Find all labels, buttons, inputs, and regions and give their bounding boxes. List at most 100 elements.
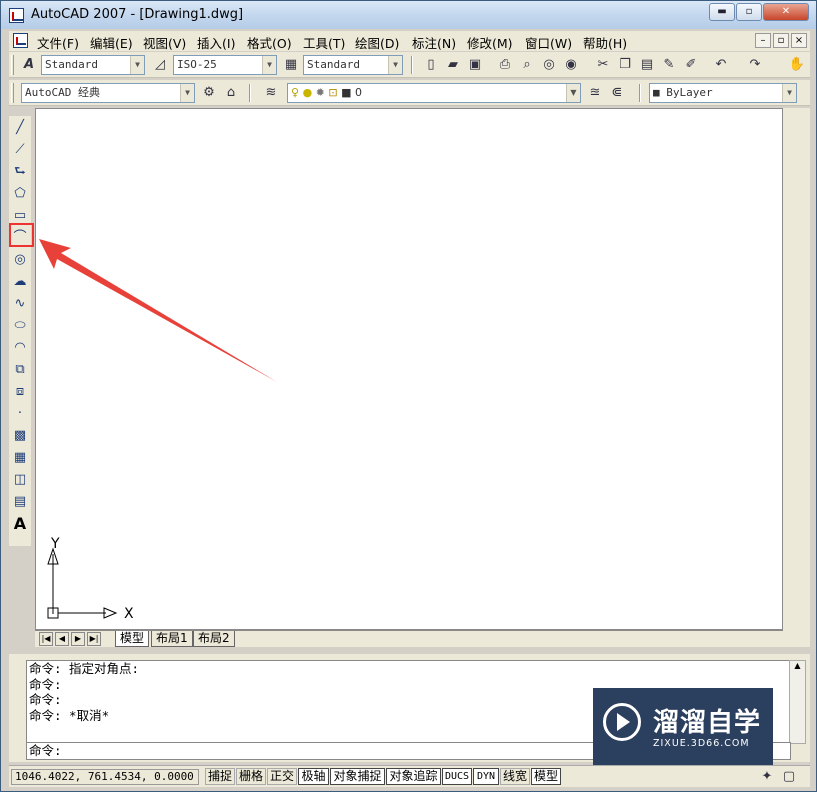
plot-preview-icon[interactable]: ⌕ [517, 55, 537, 75]
next-tab-button[interactable]: ▶ [71, 632, 85, 646]
minimize-button[interactable]: ▬ [709, 3, 735, 21]
chevron-down-icon: ▼ [782, 84, 796, 102]
command-scrollbar[interactable]: ▲ [789, 660, 806, 744]
table-icon[interactable]: ▤ [10, 492, 30, 512]
construction-line-icon[interactable]: ⟋ [10, 140, 30, 160]
polyline-icon[interactable]: ⮑ [10, 162, 30, 182]
doc-close-button[interactable]: × [791, 33, 807, 48]
layer-color-swatch: ■ [341, 86, 352, 99]
spline-icon[interactable]: ∿ [10, 294, 30, 314]
dim-style-select[interactable]: ISO-25 ▼ [173, 55, 277, 75]
pan-icon[interactable]: ✋ [787, 55, 807, 75]
layer-select[interactable]: ♀ ● ✹ ⊡ ■ 0 ▼ [287, 83, 581, 103]
polygon-icon[interactable]: ⬠ [10, 184, 30, 204]
communication-center-icon[interactable]: ✦ [757, 767, 777, 787]
sun-icon: ● [302, 86, 313, 99]
watermark-logo: 溜溜自学 ZIXUE.3D66.COM [593, 688, 773, 773]
osnap-toggle[interactable]: 对象捕捉 [330, 768, 385, 785]
drawing-canvas[interactable]: Y X [35, 108, 783, 630]
autocad-window: AutoCAD 2007 - [Drawing1.dwg] ▬ ▫ ✕ 文件(F… [0, 0, 817, 792]
etransmit-icon[interactable]: ◉ [561, 55, 581, 75]
print-icon[interactable]: ⎙ [495, 55, 515, 75]
my-workspace-icon[interactable]: ⌂ [221, 83, 241, 103]
last-tab-button[interactable]: ▶| [87, 632, 101, 646]
insert-block-icon[interactable]: ⧉ [10, 360, 30, 380]
dim-style-icon[interactable]: ◿ [150, 55, 170, 75]
match-properties-icon[interactable]: ✎ [659, 55, 679, 75]
autocad-app-icon[interactable] [9, 8, 24, 23]
dyn-toggle[interactable]: DYN [473, 768, 499, 785]
menu-file[interactable]: 文件(F) [37, 33, 79, 52]
layer-properties-icon[interactable]: ≋ [261, 83, 281, 103]
menu-format[interactable]: 格式(O) [247, 33, 292, 52]
hatch-icon[interactable]: ▩ [10, 426, 30, 446]
clean-screen-icon[interactable]: ▢ [779, 767, 799, 787]
block-editor-icon[interactable]: ✐ [681, 55, 701, 75]
undo-icon[interactable]: ↶ [711, 55, 731, 75]
ellipse-arc-icon[interactable]: ◠ [10, 338, 30, 358]
table-style-icon[interactable]: ▦ [281, 55, 301, 75]
cut-icon[interactable]: ✂ [593, 55, 613, 75]
polar-toggle[interactable]: 极轴 [298, 768, 329, 785]
open-folder-icon[interactable]: ▰ [443, 55, 463, 75]
command-history-line: 命令: 指定对角点: [29, 661, 140, 676]
menu-tools[interactable]: 工具(T) [303, 33, 345, 52]
revision-cloud-icon[interactable]: ☁ [10, 272, 30, 292]
window-title: AutoCAD 2007 - [Drawing1.dwg] [31, 7, 244, 22]
text-style-icon[interactable]: A [19, 55, 39, 75]
lineweight-toggle[interactable]: 线宽 [500, 768, 530, 785]
new-file-icon[interactable]: ▯ [421, 55, 441, 75]
region-icon[interactable]: ◫ [10, 470, 30, 490]
ortho-toggle[interactable]: 正交 [267, 768, 297, 785]
circle-icon[interactable]: ◎ [10, 250, 30, 270]
toolbar-grip[interactable] [11, 83, 14, 103]
ellipse-icon[interactable]: ⬭ [10, 316, 30, 336]
point-icon[interactable]: · [10, 404, 30, 424]
close-button[interactable]: ✕ [763, 3, 809, 21]
multiline-text-icon[interactable]: A [10, 514, 30, 534]
menu-edit[interactable]: 编辑(E) [90, 33, 133, 52]
first-tab-button[interactable]: |◀ [39, 632, 53, 646]
line-icon[interactable]: ╱ [10, 118, 30, 138]
gradient-icon[interactable]: ▦ [10, 448, 30, 468]
maximize-button[interactable]: ▫ [736, 3, 762, 21]
menu-view[interactable]: 视图(V) [143, 33, 186, 52]
table-style-select[interactable]: Standard ▼ [303, 55, 403, 75]
title-bar: AutoCAD 2007 - [Drawing1.dwg] ▬ ▫ ✕ [1, 1, 816, 29]
tab-layout2[interactable]: 布局2 [193, 631, 235, 647]
redo-icon[interactable]: ↷ [745, 55, 765, 75]
text-style-select[interactable]: Standard ▼ [41, 55, 145, 75]
drawing-doc-icon[interactable] [13, 33, 28, 48]
paste-icon[interactable]: ▤ [637, 55, 657, 75]
menu-window[interactable]: 窗口(W) [525, 33, 572, 52]
menu-insert[interactable]: 插入(I) [197, 33, 235, 52]
make-block-icon[interactable]: ⧈ [10, 382, 30, 402]
menu-draw[interactable]: 绘图(D) [355, 33, 399, 52]
lightbulb-icon: ♀ [291, 86, 300, 99]
toolbar-grip[interactable] [11, 55, 14, 75]
save-icon[interactable]: ▣ [465, 55, 485, 75]
doc-restore-button[interactable]: ▫ [773, 33, 789, 48]
tab-model[interactable]: 模型 [115, 631, 150, 647]
coordinates-display[interactable]: 1046.4022, 761.4534, 0.0000 [11, 769, 199, 785]
chevron-down-icon: ▼ [180, 84, 194, 102]
prev-tab-button[interactable]: ◀ [55, 632, 69, 646]
tab-layout1[interactable]: 布局1 [151, 631, 193, 647]
model-toggle[interactable]: 模型 [531, 768, 561, 785]
grid-toggle[interactable]: 栅格 [236, 768, 266, 785]
snap-toggle[interactable]: 捕捉 [205, 768, 235, 785]
doc-minimize-button[interactable]: – [755, 33, 771, 48]
workspace-settings-icon[interactable]: ⚙ [199, 83, 219, 103]
menu-dimension[interactable]: 标注(N) [412, 33, 456, 52]
ucs-y-label: Y [51, 536, 60, 552]
publish-icon[interactable]: ◎ [539, 55, 559, 75]
color-select[interactable]: ■ ByLayer ▼ [649, 83, 797, 103]
layer-previous-icon[interactable]: ⋐ [607, 83, 627, 103]
otrack-toggle[interactable]: 对象追踪 [386, 768, 441, 785]
menu-modify[interactable]: 修改(M) [467, 33, 513, 52]
menu-help[interactable]: 帮助(H) [583, 33, 627, 52]
ducs-toggle[interactable]: DUCS [442, 768, 472, 785]
make-current-layer-icon[interactable]: ≊ [585, 83, 605, 103]
copy-icon[interactable]: ❐ [615, 55, 635, 75]
workspace-select[interactable]: AutoCAD 经典 ▼ [21, 83, 195, 103]
